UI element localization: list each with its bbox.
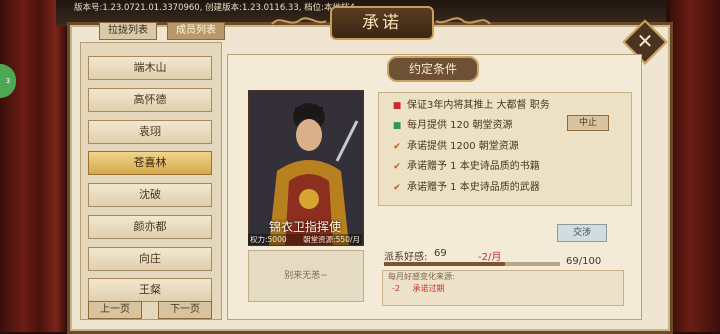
dialog-title: 承诺 bbox=[330, 6, 434, 40]
character-greeting: 别来无恙~ bbox=[248, 250, 364, 302]
check-icon: ✔ bbox=[393, 142, 401, 152]
member-item[interactable]: 高怀德 bbox=[88, 88, 212, 112]
monthly-change-value: -2 bbox=[392, 284, 400, 293]
member-item[interactable]: 袁珝 bbox=[88, 120, 212, 144]
term-item: ✔ 承诺赠予 1 本史诗品质的武器 bbox=[393, 182, 540, 193]
term-item: ■ 保证3年内将其推上 大都督 职务 bbox=[392, 100, 550, 111]
character-stats: 权力:5000 朝堂资源:550/月 bbox=[248, 234, 362, 245]
check-icon: ✔ bbox=[393, 162, 401, 172]
character-title: 锦衣卫指挥使 bbox=[268, 220, 341, 234]
left-curtain bbox=[0, 0, 66, 332]
favor-rate: -2/月 bbox=[478, 252, 502, 263]
member-item[interactable]: 沈破 bbox=[88, 183, 212, 207]
favor-label: 派系好感: bbox=[384, 252, 428, 263]
tab-member-list[interactable]: 成员列表 bbox=[167, 22, 225, 40]
power-stat: 权力:5000 bbox=[250, 235, 287, 244]
member-item[interactable]: 颜亦都 bbox=[88, 215, 212, 239]
member-item[interactable]: 端木山 bbox=[88, 56, 212, 80]
stop-button[interactable]: 中止 bbox=[567, 115, 609, 131]
member-item-selected[interactable]: 苍喜林 bbox=[88, 151, 212, 175]
red-marker-icon: ■ bbox=[392, 101, 402, 111]
resource-stat: 朝堂资源:550/月 bbox=[303, 235, 360, 244]
negotiate-button[interactable]: 交涉 bbox=[557, 224, 607, 242]
cloud-ornament-right-icon bbox=[435, 17, 491, 25]
term-item: ■ 每月提供 120 朝堂资源 bbox=[392, 120, 513, 131]
monthly-change-reason: 承诺过期 bbox=[412, 284, 445, 293]
prev-page-button[interactable]: 上一页 bbox=[88, 301, 142, 319]
member-item[interactable]: 向庄 bbox=[88, 247, 212, 271]
term-item: ✔ 承诺提供 1200 朝堂资源 bbox=[393, 141, 519, 152]
check-icon: ✔ bbox=[393, 183, 401, 193]
monthly-change-title: 每月好感变化来源: bbox=[388, 272, 455, 281]
right-curtain bbox=[670, 0, 720, 332]
favor-bar-fill bbox=[384, 262, 506, 266]
condition-title: 约定条件 bbox=[387, 56, 479, 82]
favor-progress-text: 69/100 bbox=[566, 256, 602, 267]
favor-value: 69 bbox=[434, 248, 447, 259]
monthly-change-row: -2 承诺过期 bbox=[392, 283, 455, 294]
tab-recruit-list[interactable]: 拉拢列表 bbox=[99, 22, 157, 40]
member-item[interactable]: 王粲 bbox=[88, 278, 212, 302]
term-item: ✔ 承诺赠予 1 本史诗品质的书籍 bbox=[393, 161, 540, 172]
next-page-button[interactable]: 下一页 bbox=[158, 301, 212, 319]
cloud-ornament-left-icon bbox=[271, 17, 327, 25]
green-marker-icon: ■ bbox=[392, 121, 402, 131]
